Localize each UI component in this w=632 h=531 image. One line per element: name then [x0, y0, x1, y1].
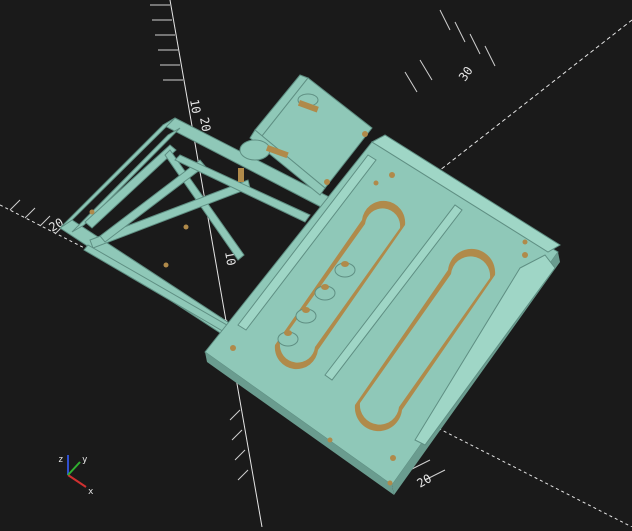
gizmo-x-label: x — [88, 487, 94, 497]
scene-canvas[interactable]: 10 20 30 20 10 20 z x y — [0, 0, 632, 528]
axis-label-0: 10 — [187, 98, 203, 115]
gizmo-z-label: z — [58, 455, 63, 465]
3d-viewport[interactable]: 10 20 30 20 10 20 z x y — [0, 0, 632, 528]
gizmo-y-label: y — [82, 455, 88, 465]
